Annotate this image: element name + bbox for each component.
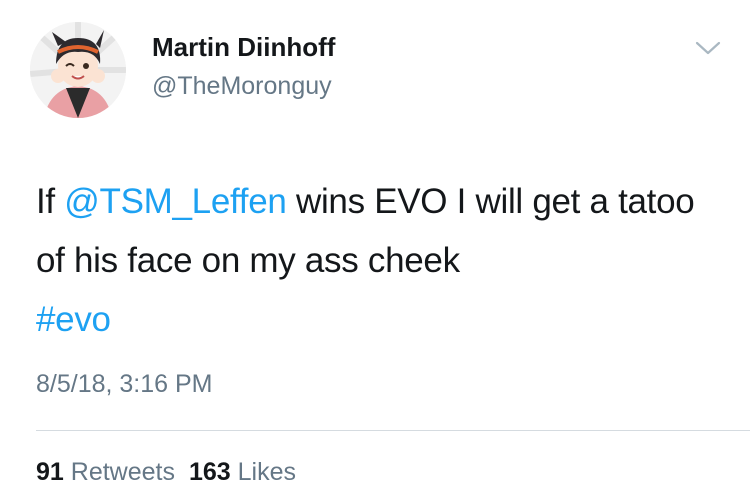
tweet-text-start: If	[36, 182, 65, 221]
hashtag-link[interactable]: #evo	[36, 300, 111, 339]
retweets-count: 91	[36, 458, 64, 486]
avatar-image	[30, 22, 126, 118]
mention-link[interactable]: @TSM_Leffen	[64, 182, 287, 221]
tweet-timestamp[interactable]: 8/5/18, 3:16 PM	[36, 370, 213, 399]
tweet-text: If @TSM_Leffen wins EVO I will get a tat…	[36, 172, 726, 349]
user-handle[interactable]: @TheMoronguy	[152, 72, 332, 101]
retweets-label: Retweets	[70, 458, 175, 486]
display-name[interactable]: Martin Diinhoff	[152, 32, 335, 63]
tweet-card: Martin Diinhoff @TheMoronguy If @TSM_Lef…	[0, 0, 750, 502]
tweet-stats: 91 Retweets 163 Likes	[36, 458, 296, 487]
likes-stat[interactable]: 163 Likes	[189, 458, 296, 486]
retweets-stat[interactable]: 91 Retweets	[36, 458, 175, 486]
chevron-down-icon[interactable]	[694, 38, 722, 58]
likes-count: 163	[188, 458, 231, 486]
divider	[36, 430, 750, 431]
avatar[interactable]	[30, 22, 126, 118]
likes-label: Likes	[237, 458, 297, 486]
